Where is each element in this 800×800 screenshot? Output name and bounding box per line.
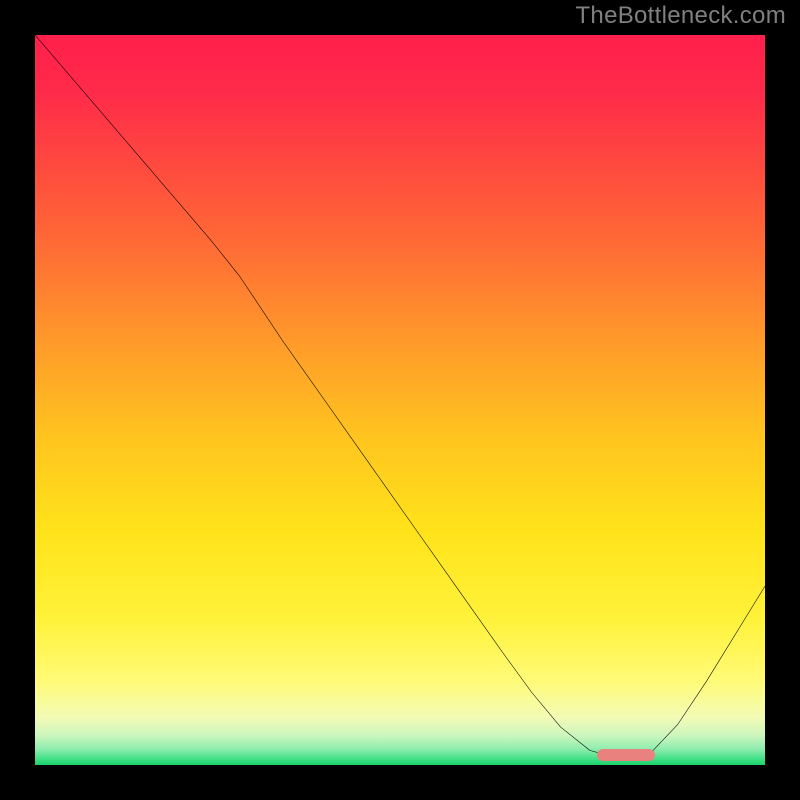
optimal-zone-marker — [597, 749, 655, 761]
chart-frame: TheBottleneck.com — [0, 0, 800, 800]
plot-area — [35, 35, 765, 765]
bottleneck-curve — [35, 35, 765, 765]
watermark-label: TheBottleneck.com — [575, 2, 786, 30]
